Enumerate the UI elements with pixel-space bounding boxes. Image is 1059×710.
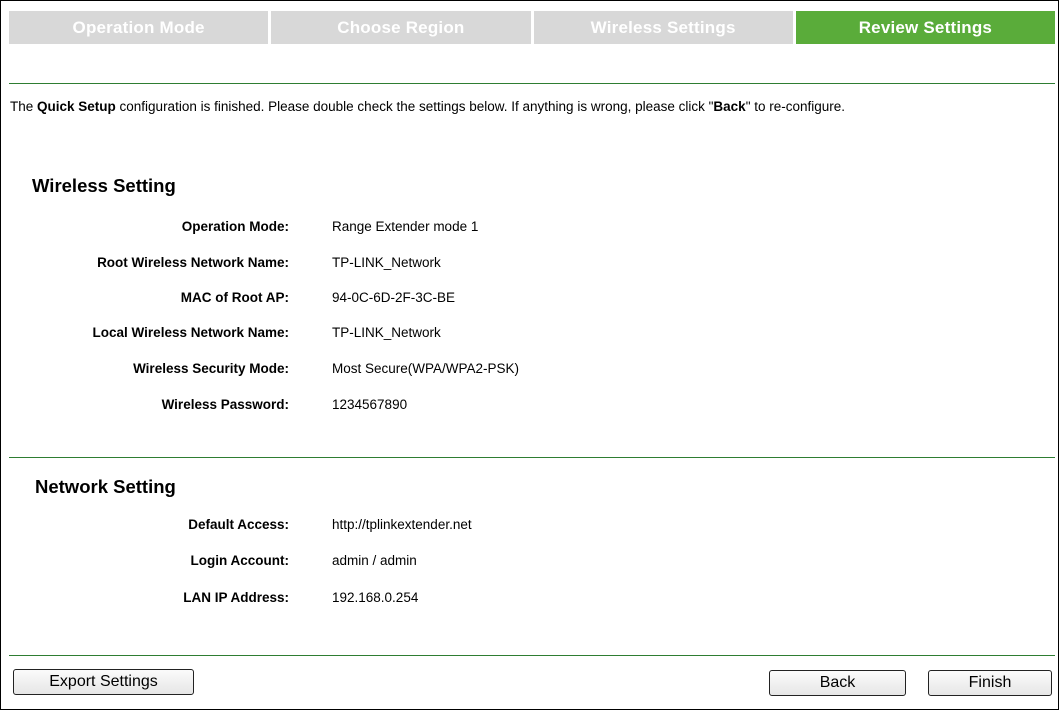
- setting-row: Wireless Password: 1234567890: [1, 397, 901, 417]
- setting-row: Default Access: http://tplinkextender.ne…: [1, 517, 901, 537]
- setting-label: Local Wireless Network Name:: [92, 325, 289, 340]
- divider-top: [9, 83, 1055, 84]
- wireless-setting-title: Wireless Setting: [32, 175, 176, 196]
- intro-part2: configuration is finished. Please double…: [115, 99, 714, 114]
- setting-label: Wireless Password:: [161, 397, 289, 412]
- setting-value: Range Extender mode 1: [332, 219, 479, 234]
- setting-value: http://tplinkextender.net: [332, 517, 472, 532]
- setting-label: Login Account:: [190, 553, 289, 568]
- divider-bottom: [9, 655, 1055, 656]
- setting-value: TP-LINK_Network: [332, 255, 441, 270]
- setting-label: Root Wireless Network Name:: [97, 255, 289, 270]
- intro-back-word: Back: [713, 99, 746, 114]
- setting-value: admin / admin: [332, 553, 417, 568]
- intro-text: The Quick Setup configuration is finishe…: [10, 99, 845, 114]
- step-wireless-settings: Wireless Settings: [533, 11, 793, 44]
- setting-value: 192.168.0.254: [332, 590, 419, 605]
- setting-label: Wireless Security Mode:: [133, 361, 289, 376]
- intro-quick-setup: Quick Setup: [37, 99, 116, 114]
- setup-steps: Operation Mode Choose Region Wireless Se…: [9, 11, 1055, 44]
- setting-value: 1234567890: [332, 397, 408, 412]
- setting-row: LAN IP Address: 192.168.0.254: [1, 590, 901, 610]
- setting-label: LAN IP Address:: [183, 590, 289, 605]
- setting-label: Operation Mode:: [181, 219, 289, 234]
- setting-value: Most Secure(WPA/WPA2-PSK): [332, 361, 520, 376]
- setting-row: Root Wireless Network Name: TP-LINK_Netw…: [1, 255, 901, 275]
- setting-label: MAC of Root AP:: [180, 290, 289, 305]
- step-review-settings: Review Settings: [795, 11, 1055, 44]
- setting-row: Wireless Security Mode: Most Secure(WPA/…: [1, 361, 901, 381]
- intro-part1: The: [10, 99, 38, 114]
- back-button[interactable]: Back: [769, 670, 906, 696]
- setting-row: Operation Mode: Range Extender mode 1: [1, 219, 901, 239]
- step-operation-mode: Operation Mode: [9, 11, 269, 44]
- intro-part3: " to re-configure.: [745, 99, 846, 114]
- network-setting-title: Network Setting: [35, 476, 176, 497]
- setting-value: TP-LINK_Network: [332, 325, 441, 340]
- step-choose-region: Choose Region: [271, 11, 531, 44]
- setting-row: Local Wireless Network Name: TP-LINK_Net…: [1, 325, 901, 345]
- quick-setup-panel: Operation Mode Choose Region Wireless Se…: [0, 0, 1059, 710]
- export-settings-button[interactable]: Export Settings: [13, 669, 194, 695]
- setting-label: Default Access:: [188, 517, 289, 532]
- setting-row: MAC of Root AP: 94-0C-6D-2F-3C-BE: [1, 290, 901, 310]
- setting-value: 94-0C-6D-2F-3C-BE: [332, 290, 456, 305]
- setting-row: Login Account: admin / admin: [1, 553, 901, 573]
- finish-button[interactable]: Finish: [928, 670, 1052, 696]
- divider-middle: [9, 457, 1055, 458]
